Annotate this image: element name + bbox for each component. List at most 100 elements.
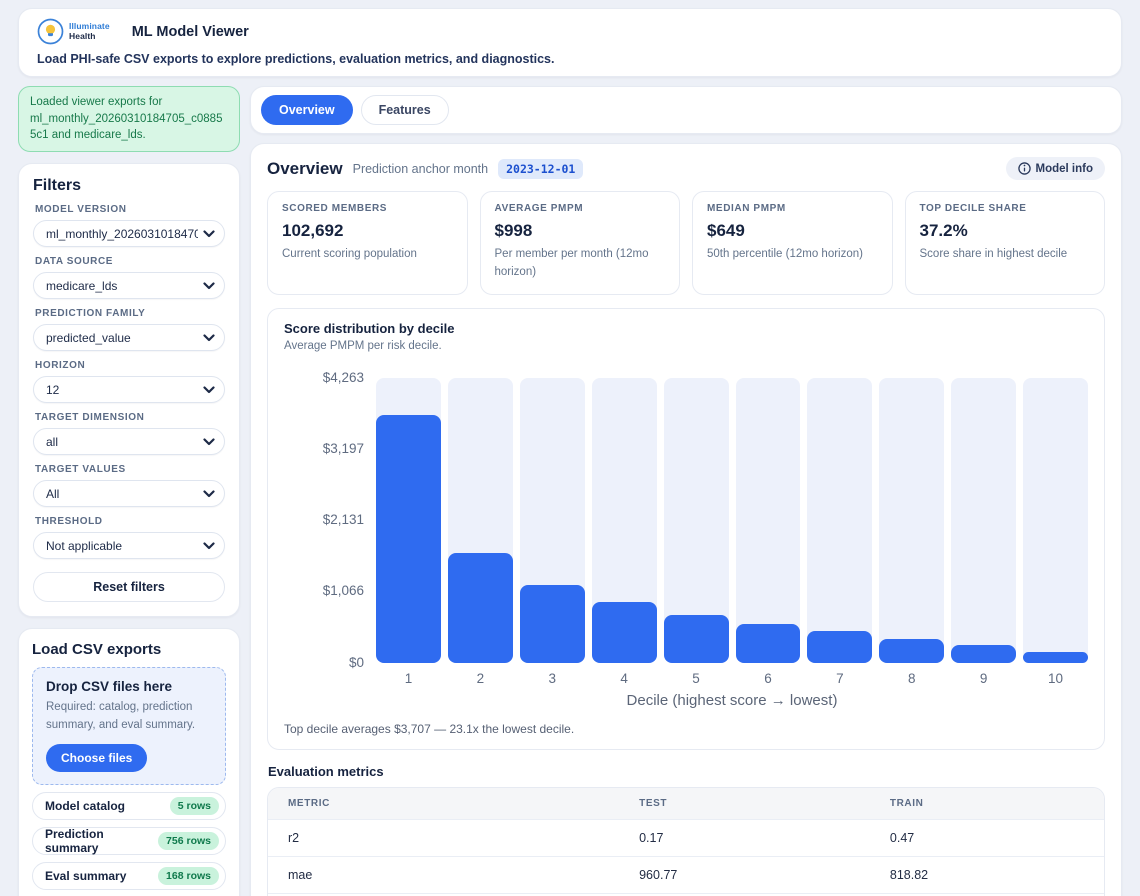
column-header-train: Train — [870, 788, 1104, 820]
filter-label-horizon: Horizon — [35, 360, 223, 371]
chart-column-track — [807, 378, 872, 663]
chart-bar — [807, 631, 872, 663]
x-tick-label: 5 — [664, 671, 729, 686]
chart-subtitle: Average PMPM per risk decile. — [284, 340, 1088, 352]
sidebar: Loaded viewer exports for ml_monthly_202… — [18, 86, 240, 896]
anchor-month-badge: 2023-12-01 — [498, 159, 583, 179]
brand-name: Illuminate Health — [69, 22, 110, 40]
x-tick-label: 10 — [1023, 671, 1088, 686]
x-tick-label: 8 — [879, 671, 944, 686]
app-header: Illuminate Health ML Model Viewer Load P… — [18, 8, 1122, 77]
dropzone-title: Drop CSV files here — [46, 679, 212, 694]
x-tick-label: 3 — [520, 671, 585, 686]
y-tick-label: $1,066 — [323, 583, 364, 598]
model-info-button[interactable]: Model info — [1006, 157, 1106, 180]
x-tick-label: 7 — [807, 671, 872, 686]
chart-bar — [592, 602, 657, 663]
target-dimension-select[interactable]: all — [33, 428, 225, 455]
filters-panel: Filters Model version ml_monthly_2026031… — [18, 163, 240, 617]
chart-column-track — [448, 378, 513, 663]
filter-label-data-source: Data source — [35, 256, 223, 267]
chart-bar — [376, 415, 441, 663]
chevron-down-icon — [203, 386, 215, 394]
row-count-badge: 5 rows — [170, 797, 219, 815]
y-tick-label: $0 — [349, 654, 364, 669]
x-tick-label: 2 — [448, 671, 513, 686]
load-csv-title: Load CSV exports — [32, 641, 226, 658]
chart-column-track — [1023, 378, 1088, 663]
chart-bar — [879, 639, 944, 663]
chart-columns — [376, 378, 1088, 663]
app-subtitle: Load PHI-safe CSV exports to explore pre… — [37, 52, 1103, 66]
chart-title: Score distribution by decile — [284, 321, 1088, 336]
decile-chart-card: Score distribution by decile Average PMP… — [267, 308, 1105, 750]
file-row-eval-summary[interactable]: Eval summary 168 rows — [32, 862, 226, 890]
chart-caption: Top decile averages $3,707 — 23.1x the l… — [284, 722, 1088, 736]
metric-card-top-decile-share: Top decile share 37.2% Score share in hi… — [905, 191, 1106, 295]
tab-bar: Overview Features — [250, 86, 1122, 134]
csv-dropzone[interactable]: Drop CSV files here Required: catalog, p… — [32, 667, 226, 785]
chart-y-axis: $0$1,066$2,131$3,197$4,263 — [284, 378, 376, 663]
loaded-exports-alert: Loaded viewer exports for ml_monthly_202… — [18, 86, 240, 152]
chart-column-track — [951, 378, 1016, 663]
chevron-down-icon — [203, 438, 215, 446]
x-tick-label: 9 — [951, 671, 1016, 686]
x-tick-label: 4 — [592, 671, 657, 686]
filter-label-model-version: Model version — [35, 204, 223, 215]
horizon-select[interactable]: 12 — [33, 376, 225, 403]
chart-bar — [520, 585, 585, 663]
chart-column-track — [592, 378, 657, 663]
file-row-model-catalog[interactable]: Model catalog 5 rows — [32, 792, 226, 820]
page: Illuminate Health ML Model Viewer Load P… — [0, 0, 1140, 896]
reset-filters-button[interactable]: Reset filters — [33, 572, 225, 602]
main-area: Overview Features Overview Prediction an… — [250, 86, 1122, 896]
y-tick-label: $2,131 — [323, 512, 364, 527]
metric-card-scored-members: Scored members 102,692 Current scoring p… — [267, 191, 468, 295]
filter-label-prediction-family: Prediction family — [35, 308, 223, 319]
filter-label-target-dimension: Target dimension — [35, 412, 223, 423]
column-header-metric: Metric — [268, 788, 619, 820]
choose-files-button[interactable]: Choose files — [46, 744, 147, 772]
load-csv-panel: Load CSV exports Drop CSV files here Req… — [18, 628, 240, 896]
eval-metrics-title: Evaluation metrics — [268, 764, 1105, 779]
chart-bar — [1023, 652, 1088, 663]
model-version-select[interactable]: ml_monthly_20260310184705_c08855c1 — [33, 220, 225, 247]
chart-x-labels: 12345678910 — [376, 671, 1088, 686]
data-source-select[interactable]: medicare_lds — [33, 272, 225, 299]
info-icon — [1018, 162, 1031, 175]
chart-column-track — [376, 378, 441, 663]
filters-title: Filters — [33, 177, 225, 195]
file-row-prediction-summary[interactable]: Prediction summary 756 rows — [32, 827, 226, 855]
threshold-select[interactable]: Not applicable — [33, 532, 225, 559]
y-tick-label: $3,197 — [323, 441, 364, 456]
table-row: mae 960.77 818.82 — [268, 856, 1104, 893]
chevron-down-icon — [203, 334, 215, 342]
metric-card-average-pmpm: Average PMPM $998 Per member per month (… — [480, 191, 681, 295]
metric-cards: Scored members 102,692 Current scoring p… — [267, 191, 1105, 295]
chart-column-track — [879, 378, 944, 663]
row-count-badge: 168 rows — [158, 867, 219, 885]
metric-card-median-pmpm: Median PMPM $649 50th percentile (12mo h… — [692, 191, 893, 295]
target-values-select[interactable]: All — [33, 480, 225, 507]
table-row: r2 0.17 0.47 — [268, 819, 1104, 856]
tab-features[interactable]: Features — [361, 95, 449, 125]
chart-bar — [448, 553, 513, 663]
page-title: ML Model Viewer — [132, 24, 249, 40]
filter-label-threshold: Threshold — [35, 516, 223, 527]
row-count-badge: 756 rows — [158, 832, 219, 850]
table-header-row: Metric Test Train — [268, 788, 1104, 820]
tab-overview[interactable]: Overview — [261, 95, 353, 125]
chart-bar — [664, 615, 729, 663]
chevron-down-icon — [203, 490, 215, 498]
y-tick-label: $4,263 — [323, 369, 364, 384]
eval-metrics-table: Metric Test Train r2 0.17 0.47 — [267, 787, 1105, 896]
chart-x-axis-title: Decile (highest score → lowest) — [376, 692, 1088, 709]
chevron-down-icon — [203, 230, 215, 238]
chevron-down-icon — [203, 542, 215, 550]
chart-column-track — [520, 378, 585, 663]
x-tick-label: 1 — [376, 671, 441, 686]
chevron-down-icon — [203, 282, 215, 290]
column-header-test: Test — [619, 788, 870, 820]
prediction-family-select[interactable]: predicted_value — [33, 324, 225, 351]
brand-logo: Illuminate Health — [37, 18, 110, 45]
